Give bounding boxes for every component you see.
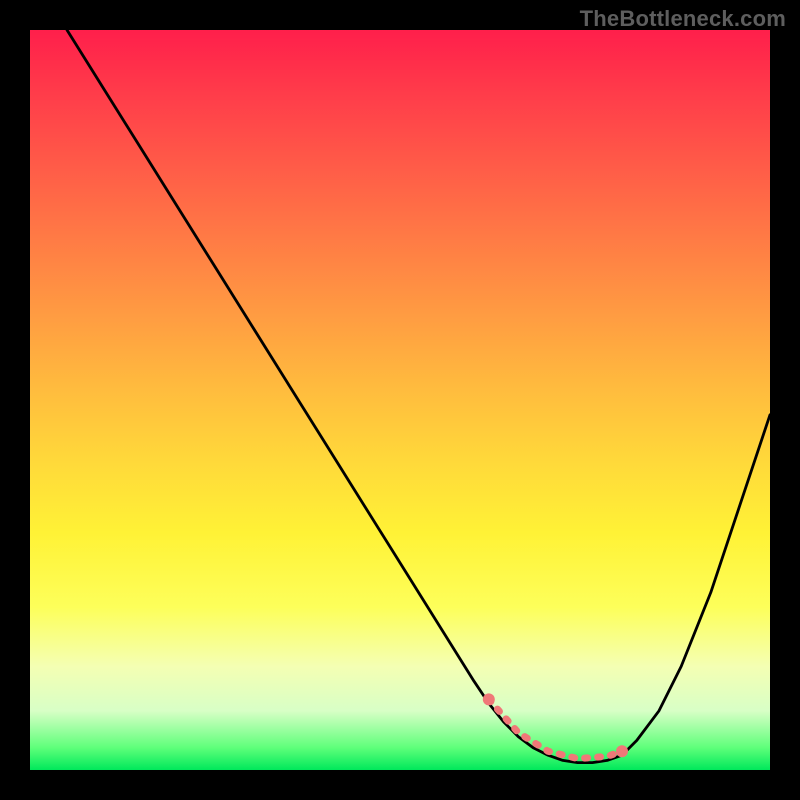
near-bottom-markers: [483, 693, 628, 758]
curve-svg: [30, 30, 770, 770]
marker-dot: [483, 693, 495, 705]
watermark-label: TheBottleneck.com: [580, 6, 786, 32]
marker-dot: [616, 745, 628, 757]
plot-area: [30, 30, 770, 770]
bottleneck-curve: [67, 30, 770, 763]
chart-frame: TheBottleneck.com: [0, 0, 800, 800]
